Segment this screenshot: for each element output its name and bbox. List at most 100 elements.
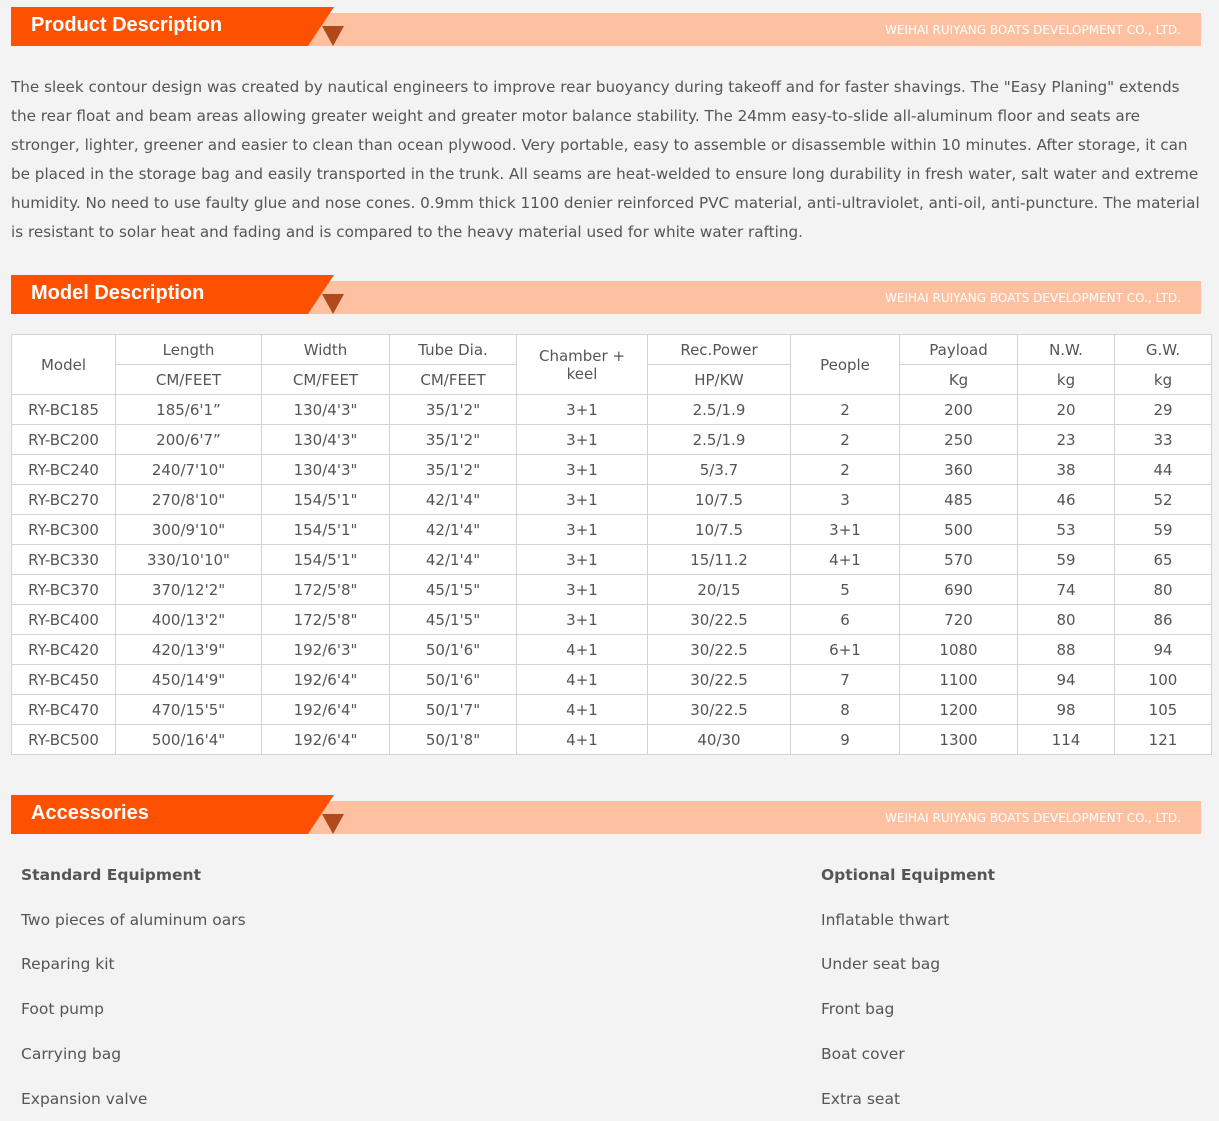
unit-payload: Kg [899,364,1018,395]
section-title: Accessories [31,802,149,824]
cell-rec-power: 10/7.5 [647,484,791,515]
standard-equipment-item: Reparing kit [21,955,115,973]
cell-chamber-keel: 4+1 [516,634,648,665]
cell-people: 8 [790,694,900,725]
cell-gw: 52 [1114,484,1212,515]
header-tube-dia: Tube Dia. [389,334,517,365]
optional-equipment-item: Inflatable thwart [821,911,950,929]
cell-width: 192/6'4" [261,664,390,695]
cell-tube-dia: 45/1'5" [389,574,517,605]
cell-gw: 44 [1114,454,1212,485]
unit-nw: kg [1017,364,1115,395]
cell-rec-power: 20/15 [647,574,791,605]
cell-chamber-keel: 3+1 [516,514,648,545]
cell-chamber-keel: 4+1 [516,724,648,755]
unit-gw: kg [1114,364,1212,395]
cell-gw: 33 [1114,424,1212,455]
cell-nw: 38 [1017,454,1115,485]
cell-length: 450/14'9" [115,664,262,695]
cell-width: 192/6'4" [261,724,390,755]
cell-people: 2 [790,394,900,425]
cell-length: 240/7'10" [115,454,262,485]
optional-equipment-item: Under seat bag [821,955,941,973]
cell-nw: 20 [1017,394,1115,425]
cell-model: RY-BC450 [11,664,116,695]
header-model: Model [11,334,116,395]
table-row: RY-BC300 300/9'10" 154/5'1" 42/1'4" 3+1 10/7.… [11,514,1212,545]
table-row: RY-BC240 240/7'10" 130/4'3" 35/1'2" 3+1 5/3.7… [11,454,1212,485]
standard-equipment-item: Expansion valve [21,1090,148,1108]
cell-payload: 570 [899,544,1018,575]
cell-model: RY-BC500 [11,724,116,755]
cell-length: 185/6'1” [115,394,262,425]
cell-gw: 121 [1114,724,1212,755]
cell-length: 500/16'4" [115,724,262,755]
cell-rec-power: 2.5/1.9 [647,424,791,455]
cell-chamber-keel: 3+1 [516,544,648,575]
cell-tube-dia: 35/1'2" [389,454,517,485]
cell-model: RY-BC200 [11,424,116,455]
standard-equipment-item: Foot pump [21,1000,104,1018]
company-name: WEIHAI RUIYANG BOATS DEVELOPMENT CO., LT… [884,23,1181,37]
cell-tube-dia: 45/1'5" [389,604,517,635]
header-gw: G.W. [1114,334,1212,365]
cell-nw: 74 [1017,574,1115,605]
cell-nw: 23 [1017,424,1115,455]
cell-chamber-keel: 4+1 [516,664,648,695]
cell-payload: 360 [899,454,1018,485]
cell-chamber-keel: 3+1 [516,484,648,515]
cell-tube-dia: 35/1'2" [389,394,517,425]
cell-tube-dia: 42/1'4" [389,514,517,545]
table-row: RY-BC420 420/13'9" 192/6'3" 50/1'6" 4+1 30/22… [11,634,1212,665]
cell-length: 400/13'2" [115,604,262,635]
cell-width: 154/5'1" [261,514,390,545]
model-spec-table: Model Length Width Tube Dia. Chamber + k… [11,334,1212,755]
cell-chamber-keel: 4+1 [516,694,648,725]
cell-width: 130/4'3" [261,424,390,455]
cell-people: 5 [790,574,900,605]
table-row: RY-BC270 270/8'10" 154/5'1" 42/1'4" 3+1 10/7.… [11,484,1212,515]
cell-length: 300/9'10" [115,514,262,545]
cell-model: RY-BC420 [11,634,116,665]
optional-equipment-item: Front bag [821,1000,895,1018]
cell-nw: 114 [1017,724,1115,755]
cell-payload: 250 [899,424,1018,455]
cell-rec-power: 40/30 [647,724,791,755]
cell-gw: 94 [1114,634,1212,665]
cell-people: 2 [790,424,900,455]
table-row: RY-BC500 500/16'4" 192/6'4" 50/1'8" 4+1 40/30… [11,724,1212,755]
cell-people: 4+1 [790,544,900,575]
header-people: People [790,334,900,395]
header-tab-fold [308,7,334,46]
cell-payload: 690 [899,574,1018,605]
cell-tube-dia: 42/1'4" [389,544,517,575]
cell-model: RY-BC370 [11,574,116,605]
cell-chamber-keel: 3+1 [516,424,648,455]
cell-length: 330/10'10" [115,544,262,575]
header-rec-power: Rec.Power [647,334,791,365]
cell-nw: 46 [1017,484,1115,515]
header-width: Width [261,334,390,365]
cell-rec-power: 30/22.5 [647,634,791,665]
section-header-model: Model Description WEIHAI RUIYANG BOATS D… [11,275,1201,315]
cell-width: 154/5'1" [261,484,390,515]
cell-width: 192/6'3" [261,634,390,665]
cell-rec-power: 2.5/1.9 [647,394,791,425]
header-chamber-keel: Chamber + keel [516,334,648,395]
cell-length: 200/6'7” [115,424,262,455]
cell-nw: 80 [1017,604,1115,635]
cell-length: 420/13'9" [115,634,262,665]
cell-people: 6 [790,604,900,635]
cell-payload: 200 [899,394,1018,425]
cell-model: RY-BC240 [11,454,116,485]
cell-people: 7 [790,664,900,695]
unit-length: CM/FEET [115,364,262,395]
standard-equipment-item: Two pieces of aluminum oars [21,911,246,929]
cell-model: RY-BC185 [11,394,116,425]
cell-model: RY-BC300 [11,514,116,545]
cell-gw: 105 [1114,694,1212,725]
cell-width: 130/4'3" [261,394,390,425]
cell-people: 3 [790,484,900,515]
cell-gw: 29 [1114,394,1212,425]
cell-chamber-keel: 3+1 [516,604,648,635]
